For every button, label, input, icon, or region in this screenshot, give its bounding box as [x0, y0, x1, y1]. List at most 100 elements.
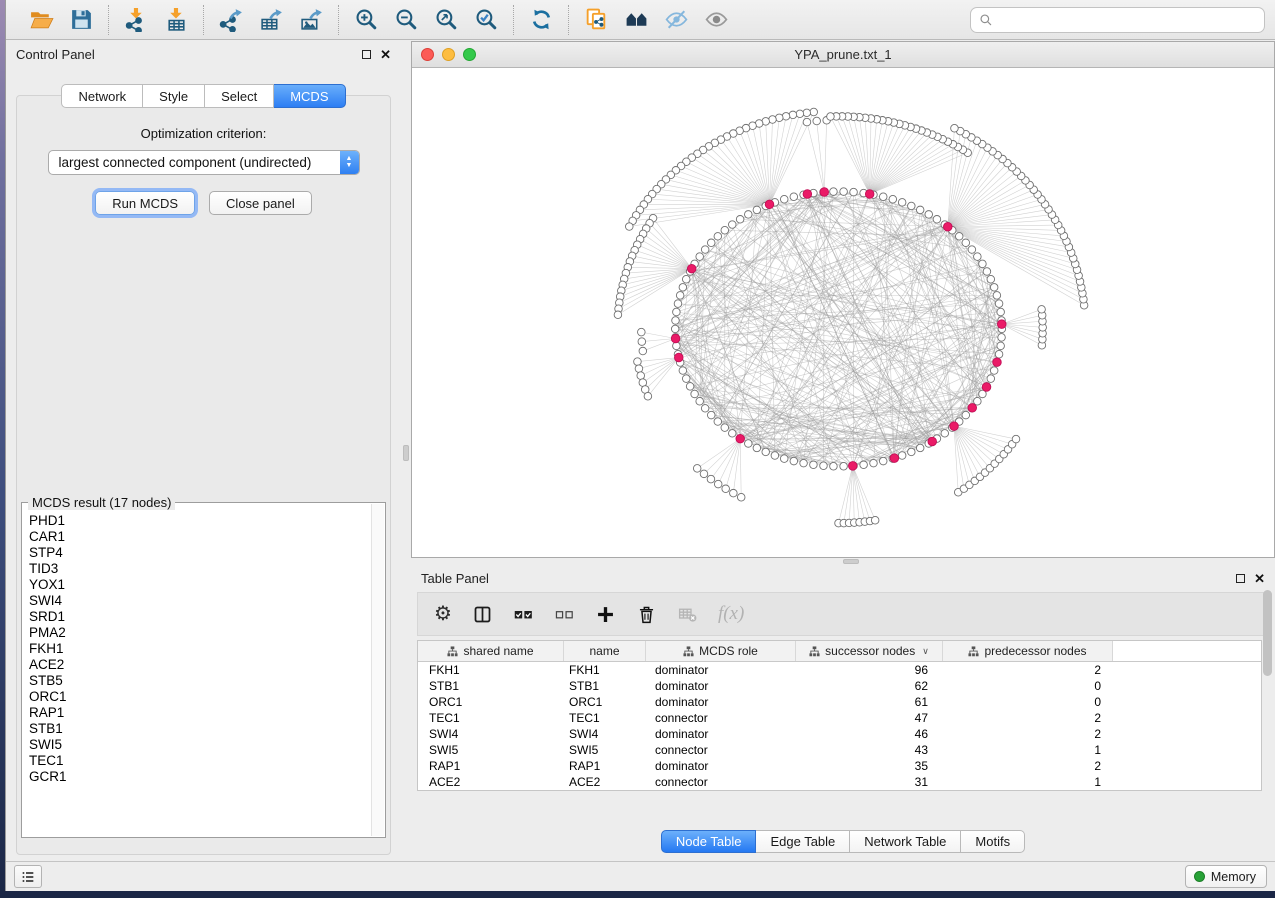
network-node[interactable]: [997, 342, 1005, 350]
network-node[interactable]: [983, 268, 991, 276]
network-node[interactable]: [696, 253, 704, 261]
network-node[interactable]: [860, 461, 868, 469]
zoom-out-button[interactable]: [389, 4, 423, 36]
table-row[interactable]: SWI4SWI4dominator462: [418, 726, 1261, 742]
dominator-node[interactable]: [848, 462, 857, 471]
network-node[interactable]: [682, 375, 690, 383]
result-item[interactable]: STB1: [23, 721, 371, 737]
network-node[interactable]: [714, 480, 722, 488]
network-node[interactable]: [790, 193, 798, 201]
result-item[interactable]: YOX1: [23, 577, 371, 593]
network-node[interactable]: [898, 199, 906, 207]
network-node[interactable]: [686, 383, 694, 391]
result-item[interactable]: GCR1: [23, 769, 371, 785]
network-node[interactable]: [674, 300, 682, 308]
network-node[interactable]: [753, 206, 761, 214]
network-node[interactable]: [850, 188, 858, 196]
network-node[interactable]: [737, 493, 745, 501]
hide-selected-button[interactable]: [659, 4, 693, 36]
network-node[interactable]: [679, 367, 687, 375]
result-item[interactable]: PMA2: [23, 625, 371, 641]
gear-button[interactable]: ⚙: [434, 604, 452, 624]
column-header-MCDS-role[interactable]: MCDS role: [646, 641, 796, 661]
result-item[interactable]: FKH1: [23, 641, 371, 657]
network-node[interactable]: [635, 365, 643, 373]
network-node[interactable]: [879, 457, 887, 465]
network-node[interactable]: [990, 284, 998, 292]
divider-handle[interactable]: [843, 559, 859, 564]
network-node[interactable]: [908, 202, 916, 210]
export-table-button[interactable]: [254, 4, 288, 36]
dominator-node[interactable]: [928, 437, 937, 446]
network-node[interactable]: [728, 430, 736, 438]
dominator-node[interactable]: [943, 222, 952, 231]
network-node[interactable]: [827, 113, 835, 121]
import-table-button[interactable]: [159, 4, 193, 36]
network-node[interactable]: [925, 211, 933, 219]
network-node[interactable]: [691, 390, 699, 398]
zoom-selected-button[interactable]: [469, 4, 503, 36]
close-panel-icon[interactable]: ✕: [380, 50, 391, 59]
network-node[interactable]: [810, 461, 818, 469]
network-node[interactable]: [771, 452, 779, 460]
first-neighbors-button[interactable]: [619, 4, 653, 36]
run-mcds-button[interactable]: Run MCDS: [95, 191, 195, 215]
network-node[interactable]: [780, 455, 788, 463]
delete-column-button[interactable]: [636, 604, 657, 625]
network-node[interactable]: [639, 347, 647, 355]
network-node[interactable]: [634, 358, 642, 366]
network-node[interactable]: [810, 108, 818, 116]
network-node[interactable]: [995, 300, 1003, 308]
network-node[interactable]: [813, 117, 821, 125]
network-node[interactable]: [803, 118, 811, 126]
network-node[interactable]: [979, 260, 987, 268]
network-node[interactable]: [916, 206, 924, 214]
dominator-node[interactable]: [968, 404, 977, 413]
window-close-icon[interactable]: [421, 48, 434, 61]
network-node[interactable]: [871, 516, 879, 524]
network-node[interactable]: [974, 253, 982, 261]
dominator-node[interactable]: [865, 190, 874, 199]
result-item[interactable]: TEC1: [23, 753, 371, 769]
network-node[interactable]: [673, 342, 681, 350]
search-input[interactable]: [999, 12, 1256, 27]
result-item[interactable]: PHD1: [23, 513, 371, 529]
network-node[interactable]: [714, 418, 722, 426]
column-header-predecessor-nodes[interactable]: predecessor nodes: [943, 641, 1113, 661]
criterion-select[interactable]: largest connected component (undirected)…: [48, 150, 360, 175]
dominator-node[interactable]: [803, 190, 812, 199]
network-node[interactable]: [898, 452, 906, 460]
network-node[interactable]: [753, 444, 761, 452]
network-node[interactable]: [638, 338, 646, 346]
dominator-node[interactable]: [765, 200, 774, 209]
network-node[interactable]: [782, 113, 790, 121]
table-row[interactable]: FKH1FKH1dominator962: [418, 662, 1261, 678]
network-node[interactable]: [840, 188, 848, 196]
network-node[interactable]: [830, 188, 838, 196]
network-node[interactable]: [682, 275, 690, 283]
network-node[interactable]: [951, 124, 959, 132]
column-header-successor-nodes[interactable]: successor nodes∨: [796, 641, 943, 661]
network-node[interactable]: [968, 246, 976, 254]
dominator-node[interactable]: [687, 264, 696, 273]
table-row[interactable]: STB1STB1dominator620: [418, 678, 1261, 694]
zoom-fit-button[interactable]: [429, 4, 463, 36]
node-table[interactable]: shared namenameMCDS rolesuccessor nodes∨…: [417, 640, 1262, 791]
result-item[interactable]: CAR1: [23, 529, 371, 545]
search-box[interactable]: [970, 7, 1265, 33]
select-all-button[interactable]: [513, 604, 534, 625]
add-column-button[interactable]: [595, 604, 616, 625]
network-node[interactable]: [637, 372, 645, 380]
table-row[interactable]: SWI5SWI5connector431: [418, 742, 1261, 758]
dominator-node[interactable]: [820, 188, 829, 197]
result-item[interactable]: SWI5: [23, 737, 371, 753]
clear-selection-button[interactable]: [554, 604, 575, 625]
network-node[interactable]: [993, 292, 1001, 300]
network-node[interactable]: [700, 470, 708, 478]
network-canvas[interactable]: [412, 68, 1274, 557]
result-item[interactable]: STP4: [23, 545, 371, 561]
network-node[interactable]: [962, 411, 970, 419]
table-scrollbar-thumb[interactable]: [1263, 590, 1272, 676]
network-node[interactable]: [693, 465, 701, 473]
export-image-button[interactable]: [294, 4, 328, 36]
